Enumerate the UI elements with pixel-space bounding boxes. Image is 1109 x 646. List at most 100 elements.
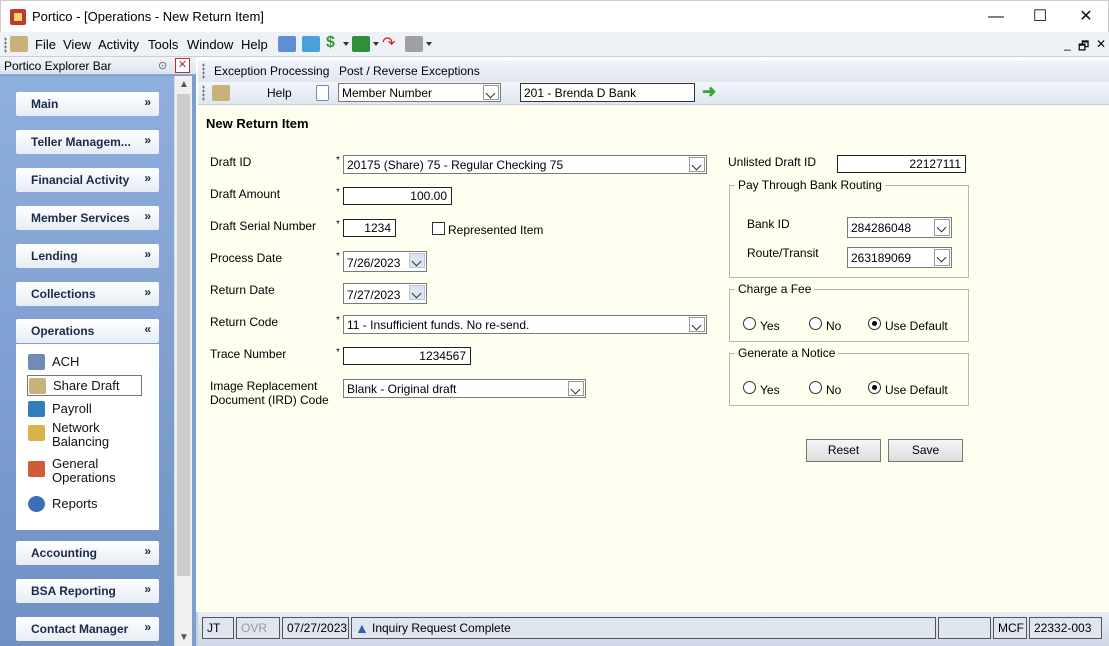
- post-reverse-exceptions-button[interactable]: Post / Reverse Exceptions: [339, 64, 480, 78]
- share-draft-icon[interactable]: [212, 85, 230, 101]
- group-lending[interactable]: Lending »: [16, 244, 159, 268]
- window-title: Portico - [Operations - New Return Item]: [32, 9, 264, 24]
- pin-icon[interactable]: ⊙: [158, 59, 172, 72]
- chevron-down-icon[interactable]: [689, 157, 705, 172]
- unlisted-draft-id-input[interactable]: 22127111: [837, 155, 966, 173]
- explorer-scrollbar[interactable]: ▲ ▼: [174, 76, 192, 646]
- ops-item-general-operations[interactable]: General Operations: [28, 457, 122, 485]
- printer-icon[interactable]: [405, 36, 423, 52]
- member-value: 201 - Brenda D Bank: [524, 86, 637, 100]
- status-ovr: OVR: [236, 617, 280, 639]
- mdi-restore-button[interactable]: 🗗: [1078, 37, 1089, 58]
- ird-code-label-line1: Image Replacement: [210, 379, 318, 393]
- search-type-select[interactable]: Member Number: [338, 83, 501, 102]
- menu-view[interactable]: View: [63, 37, 91, 52]
- scroll-down-icon[interactable]: ▼: [179, 632, 189, 643]
- return-code-select[interactable]: 11 - Insufficient funds. No re-send.: [343, 315, 707, 334]
- chevron-down-icon[interactable]: [568, 381, 584, 396]
- group-member-services[interactable]: Member Services »: [16, 206, 159, 230]
- fee-no-radio[interactable]: [809, 317, 822, 330]
- return-date-picker[interactable]: 7/27/2023: [343, 283, 427, 304]
- save-button[interactable]: Save: [888, 439, 963, 462]
- chevron-down-icon[interactable]: [689, 317, 705, 332]
- link-icon[interactable]: [302, 36, 320, 52]
- ops-item-reports[interactable]: Reports: [28, 495, 98, 512]
- notice-yes-radio[interactable]: [743, 381, 756, 394]
- notice-no-radio[interactable]: [809, 381, 822, 394]
- scroll-thumb[interactable]: [177, 94, 190, 576]
- group-accounting[interactable]: Accounting »: [16, 541, 159, 565]
- document-icon[interactable]: [316, 85, 329, 101]
- group-financial-activity[interactable]: Financial Activity »: [16, 168, 159, 192]
- return-date-label: Return Date: [210, 283, 275, 297]
- group-teller-management[interactable]: Teller Managem... »: [16, 130, 159, 154]
- chevron-down-icon[interactable]: [409, 285, 425, 300]
- menu-window[interactable]: Window: [187, 37, 233, 52]
- maximize-button[interactable]: ☐: [1025, 6, 1055, 28]
- trace-number-input[interactable]: 1234567: [343, 347, 471, 365]
- toolbar-grip[interactable]: [202, 63, 205, 79]
- chevron-down-icon: »: [144, 209, 151, 223]
- minimize-button[interactable]: —: [981, 6, 1011, 28]
- go-arrow-icon[interactable]: ➜: [702, 82, 716, 102]
- ops-item-network-balancing[interactable]: Network Balancing: [28, 421, 122, 449]
- status-code: 22332-003: [1029, 617, 1102, 639]
- bank-id-select[interactable]: 284286048: [847, 217, 952, 238]
- toolbar-grip[interactable]: [4, 37, 7, 53]
- fee-use-default-radio[interactable]: [868, 317, 881, 330]
- menu-file[interactable]: File: [35, 37, 56, 52]
- process-date-picker[interactable]: 7/26/2023: [343, 251, 427, 272]
- redo-arrow-icon[interactable]: ↷: [382, 33, 400, 52]
- menu-activity[interactable]: Activity: [98, 37, 139, 52]
- dollar-icon[interactable]: $: [326, 34, 344, 51]
- group-label: Accounting: [31, 546, 97, 560]
- exception-processing-button[interactable]: Exception Processing: [214, 64, 329, 78]
- group-bsa-reporting[interactable]: BSA Reporting »: [16, 579, 159, 603]
- group-collections[interactable]: Collections »: [16, 282, 159, 306]
- chevron-down-icon[interactable]: [934, 219, 950, 236]
- group-main[interactable]: Main »: [16, 92, 159, 116]
- notice-use-default-radio[interactable]: [868, 381, 881, 394]
- group-contact-manager[interactable]: Contact Manager »: [16, 617, 159, 641]
- chevron-down-icon: »: [144, 285, 151, 299]
- menu-tools[interactable]: Tools: [148, 37, 178, 52]
- route-transit-select[interactable]: 263189069: [847, 247, 952, 268]
- chevron-down-icon[interactable]: [934, 249, 950, 266]
- reset-button[interactable]: Reset: [806, 439, 881, 462]
- dollar-dropdown-icon[interactable]: [343, 42, 349, 46]
- chevron-down-icon[interactable]: [483, 85, 499, 100]
- chevron-down-icon: »: [144, 171, 151, 185]
- scroll-up-icon[interactable]: ▲: [179, 79, 189, 90]
- group-operations[interactable]: Operations «: [16, 319, 159, 343]
- mdi-close-button[interactable]: ✕: [1096, 37, 1106, 51]
- ops-item-share-draft[interactable]: Share Draft: [27, 375, 143, 396]
- share-draft-icon[interactable]: [10, 36, 28, 52]
- explorer-close-icon[interactable]: ✕: [175, 58, 190, 73]
- chevron-down-icon[interactable]: [409, 253, 425, 268]
- ops-item-ach[interactable]: ACH: [28, 353, 79, 370]
- fee-no-label: No: [826, 319, 842, 333]
- mdi-minimize-button[interactable]: _: [1064, 37, 1071, 51]
- group-label: Teller Managem...: [31, 135, 131, 149]
- bank-routing-legend: Pay Through Bank Routing: [735, 178, 885, 192]
- draft-id-select[interactable]: 20175 (Share) 75 - Regular Checking 75: [343, 155, 707, 174]
- help-button[interactable]: Help: [267, 86, 292, 100]
- menu-help[interactable]: Help: [241, 37, 268, 52]
- cash-dropdown-icon[interactable]: [373, 42, 379, 46]
- ird-code-select[interactable]: Blank - Original draft: [343, 379, 586, 398]
- represented-item-checkbox[interactable]: [432, 222, 445, 235]
- draft-amount-input[interactable]: 100.00: [343, 187, 452, 205]
- close-window-button[interactable]: ✕: [1071, 6, 1101, 28]
- fee-yes-radio[interactable]: [743, 317, 756, 330]
- toolbar-grip[interactable]: [202, 85, 205, 101]
- explorer-body: Main » Teller Managem... » Financial Activ…: [0, 76, 174, 646]
- calculator-icon[interactable]: [278, 36, 296, 52]
- draft-serial-input[interactable]: 1234: [343, 219, 396, 237]
- draft-id-value: 20175 (Share) 75 - Regular Checking 75: [347, 158, 564, 172]
- fee-use-default-label: Use Default: [885, 319, 948, 333]
- cash-drawer-icon[interactable]: [352, 36, 370, 52]
- member-field[interactable]: 201 - Brenda D Bank: [520, 83, 695, 102]
- ird-code-value: Blank - Original draft: [347, 382, 457, 396]
- ops-item-payroll[interactable]: Payroll: [28, 400, 92, 417]
- printer-dropdown-icon[interactable]: [426, 42, 432, 46]
